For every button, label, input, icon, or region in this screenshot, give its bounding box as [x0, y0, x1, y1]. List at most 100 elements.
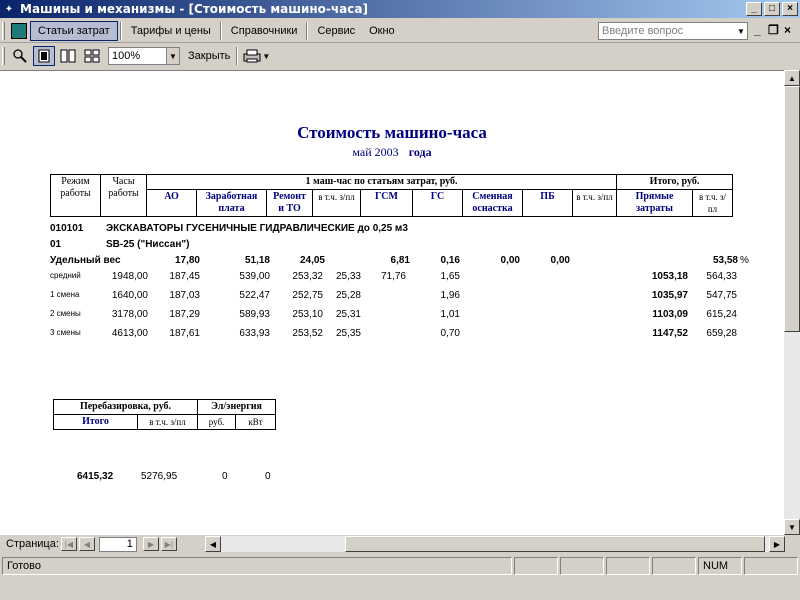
scroll-down-icon[interactable]: ▼ — [784, 519, 800, 535]
scroll-left-icon[interactable]: ◀ — [205, 536, 221, 552]
cell-direct: 1053,18 — [651, 271, 688, 282]
cell-salary: 539,00 — [239, 271, 270, 282]
vertical-scrollbar[interactable]: ▲ ▼ — [784, 70, 800, 535]
printer-icon[interactable] — [241, 46, 263, 66]
horizontal-scrollbar[interactable]: ◀ ▶ — [205, 536, 785, 552]
cell-incl1: 25,33 — [335, 271, 361, 282]
cell-direct: 1035,97 — [651, 290, 688, 301]
menu-expense-items[interactable]: Статьи затрат — [30, 20, 118, 41]
cell-incl3: 659,28 — [706, 328, 737, 339]
minimize-button[interactable]: _ — [746, 2, 762, 16]
doc-minimize-button[interactable]: _ — [754, 23, 761, 37]
group-name: ЭКСКАВАТОРЫ ГУСЕНИЧНЫЕ ГИДРАВЛИЧЕСКИЕ до… — [106, 223, 408, 234]
cell-incl3: 564,33 — [706, 271, 737, 282]
specific-gs: 0,16 — [440, 255, 460, 266]
specific-ao: 17,80 — [174, 255, 200, 266]
specific-equipment: 0,00 — [500, 255, 520, 266]
cell-salary: 633,93 — [239, 328, 270, 339]
document-icon[interactable] — [11, 22, 27, 39]
preview-toolbar: 100% ▼ Закрыть ▼ — [0, 44, 800, 68]
specific-incl: 53,58 — [712, 255, 738, 266]
prev-page-icon[interactable]: ◀ — [78, 537, 95, 551]
status-bar: Готово NUM — [0, 555, 800, 600]
header-direct-costs: Прямые затраты — [616, 189, 693, 217]
energy-header: Эл/энергия — [197, 399, 276, 415]
chevron-down-icon[interactable]: ▼ — [262, 52, 270, 61]
menu-references[interactable]: Справочники — [224, 22, 305, 40]
help-question-placeholder: Введите вопрос — [602, 25, 684, 37]
specific-salary: 51,18 — [244, 255, 270, 266]
cell-repair: 253,52 — [292, 328, 323, 339]
multiple-pages-icon[interactable] — [81, 46, 103, 66]
menu-window[interactable]: Окно — [362, 22, 402, 40]
close-button[interactable]: × — [782, 2, 798, 16]
header-repair: Ремонт и ТО — [266, 189, 313, 217]
cell-direct: 1103,09 — [652, 309, 688, 320]
header-gs: ГС — [412, 189, 463, 217]
cell-ao: 187,45 — [169, 271, 200, 282]
cell-incl3: 615,24 — [706, 309, 737, 320]
rebase-total-value: 6415,32 — [77, 471, 114, 482]
zoom-select[interactable]: 100% ▼ — [108, 47, 180, 65]
chevron-down-icon[interactable]: ▼ — [166, 48, 179, 64]
app-icon[interactable]: ✦ — [2, 2, 16, 16]
doc-close-button[interactable]: × — [784, 23, 791, 37]
header-mode: Режим работы — [50, 174, 101, 217]
last-page-icon[interactable]: ▶| — [160, 537, 177, 551]
table-row: 3 смены 4613,00 187,61 633,93 253,52 25,35 0,7… — [50, 326, 760, 342]
scroll-up-icon[interactable]: ▲ — [784, 70, 800, 86]
cell-incl3: 547,75 — [706, 290, 737, 301]
zoom-value: 100% — [112, 50, 141, 62]
report-header-table: Режим работы Часы работы 1 маш-час по ст… — [50, 174, 733, 217]
page-label: Страница: — [6, 538, 59, 550]
header-pb: ПБ — [522, 189, 573, 217]
maximize-button[interactable]: □ — [764, 2, 780, 16]
cell-gs: 0,70 — [440, 328, 460, 339]
cell-ao: 187,61 — [169, 328, 200, 339]
menubar-grip[interactable] — [2, 21, 5, 40]
header-ao: АО — [146, 189, 197, 217]
header-cost-group: 1 маш-час по статьям затрат, руб. — [146, 174, 617, 190]
menu-tariffs[interactable]: Тарифы и цены — [124, 22, 218, 40]
menu-bar: Статьи затрат Тарифы и цены Справочники … — [0, 19, 800, 43]
horizontal-scroll-thumb[interactable] — [345, 536, 765, 552]
magnifier-icon[interactable] — [9, 46, 31, 66]
cell-repair: 253,32 — [292, 271, 323, 282]
cell-mode: 1 смена — [50, 290, 80, 299]
energy-rub-header: руб. — [197, 414, 236, 430]
close-preview-button[interactable]: Закрыть — [184, 50, 234, 62]
cell-repair: 253,10 — [292, 309, 323, 320]
header-incl-salary-1: в т.ч. з/пл — [312, 189, 361, 217]
cell-hours: 1948,00 — [111, 271, 148, 282]
help-question-input[interactable]: Введите вопрос ▼ — [598, 22, 748, 40]
cell-mode: 3 смены — [50, 328, 81, 337]
cell-ao: 187,29 — [169, 309, 200, 320]
cell-repair: 252,75 — [292, 290, 323, 301]
next-page-icon[interactable]: ▶ — [142, 537, 159, 551]
cell-incl1: 25,28 — [335, 290, 361, 301]
report-period-month: май 2003 — [352, 145, 399, 159]
cell-gs: 1,01 — [440, 309, 460, 320]
header-hours: Часы работы — [100, 174, 147, 217]
cell-mode: 2 смены — [50, 309, 81, 318]
two-pages-icon[interactable] — [57, 46, 79, 66]
cell-mode: средний — [50, 271, 81, 280]
scroll-right-icon[interactable]: ▶ — [769, 536, 785, 552]
page-number-input[interactable]: 1 — [98, 536, 137, 552]
first-page-icon[interactable]: |◀ — [60, 537, 77, 551]
one-page-icon[interactable] — [33, 46, 55, 66]
header-gsm: ГСМ — [360, 189, 413, 217]
cell-gsm: 71,76 — [380, 271, 406, 282]
menu-service[interactable]: Сервис — [310, 22, 362, 40]
chevron-down-icon[interactable]: ▼ — [735, 23, 747, 39]
specific-gsm: 6,81 — [390, 255, 410, 266]
report-period: май 2003 года — [0, 145, 784, 160]
report-page: Стоимость машино-часа май 2003 года Режим… — [0, 70, 784, 535]
energy-rub-value: 0 — [222, 471, 228, 482]
vertical-scroll-thumb[interactable] — [784, 86, 800, 332]
page-navigation-bar: Страница: |◀ ◀ 1 ▶ ▶| ◀ ▶ — [0, 535, 800, 553]
item-name: SB-25 ("Ниссан") — [106, 239, 190, 250]
doc-restore-button[interactable]: ❐ — [768, 23, 779, 37]
title-bar: ✦ Машины и механизмы - [Стоимость машино… — [0, 0, 800, 18]
status-text: Готово — [2, 557, 512, 575]
